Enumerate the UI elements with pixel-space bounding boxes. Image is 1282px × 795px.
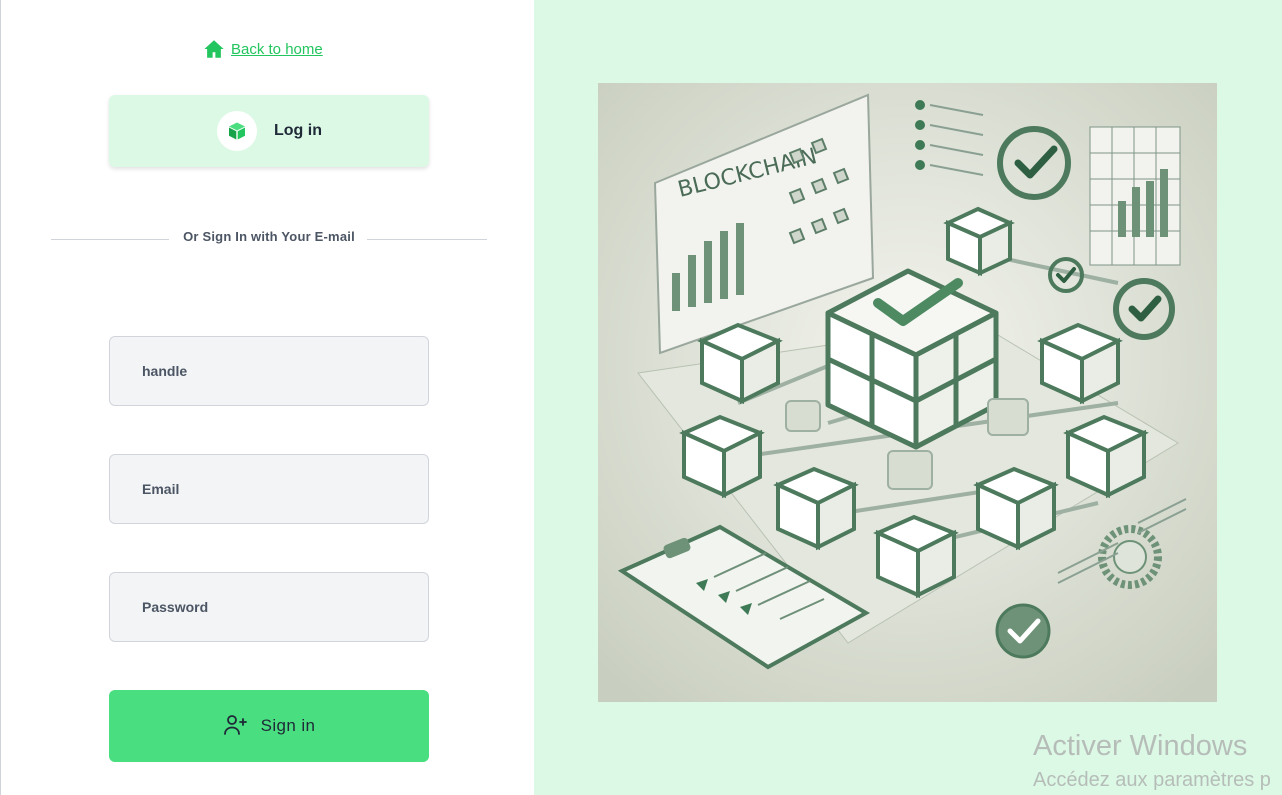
password-input[interactable]	[109, 572, 429, 642]
watermark-subtitle: Accédez aux paramètres p	[1033, 769, 1271, 791]
divider-text: Or Sign In with Your E-mail	[183, 229, 355, 244]
sign-in-button[interactable]: Sign in	[109, 690, 429, 762]
cube-icon	[217, 111, 257, 151]
blockchain-illustration: BLOCKCHAIN	[598, 83, 1217, 702]
sign-in-label: Sign in	[260, 716, 316, 735]
back-to-home-label: Back to home	[231, 40, 323, 58]
hero-panel: BLOCKCHAIN Activer Windows Accédez aux p…	[534, 0, 1282, 795]
log-in-label: Log in	[274, 122, 322, 139]
user-plus-icon	[223, 713, 249, 740]
email-divider: Or Sign In with Your E-mail	[51, 227, 487, 251]
auth-panel: Back to home Log in Or Sign In with Your…	[0, 0, 534, 795]
home-icon	[203, 38, 225, 60]
watermark-title: Activer Windows	[1033, 730, 1248, 762]
handle-input[interactable]	[109, 336, 429, 406]
divider-line-right	[367, 239, 487, 240]
activation-watermark: Activer Windows Accédez aux paramètres p	[1033, 730, 1282, 792]
email-input[interactable]	[109, 454, 429, 524]
log-in-button[interactable]: Log in	[109, 95, 429, 167]
back-to-home-link[interactable]: Back to home	[203, 38, 323, 60]
